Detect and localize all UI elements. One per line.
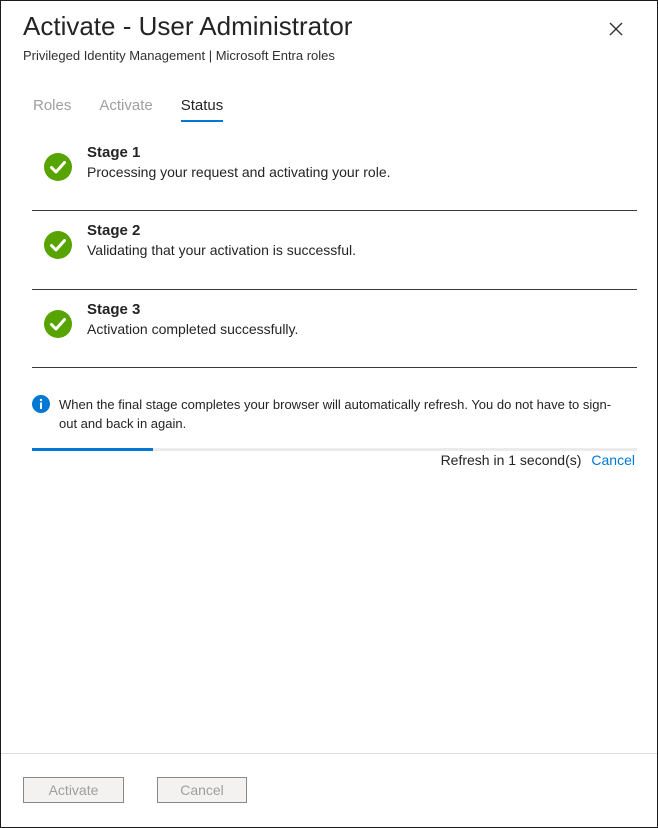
activate-button[interactable]: Activate [23,777,124,803]
close-button[interactable] [604,17,628,41]
cancel-button[interactable]: Cancel [157,777,247,803]
footer-divider [1,753,657,754]
stage-name: Stage 2 [87,222,141,239]
stage-description: Activation completed successfully. [87,321,299,337]
refresh-row: Refresh in 1 second(s) Cancel [441,452,635,468]
close-icon [609,22,623,36]
cancel-refresh-link[interactable]: Cancel [591,452,635,468]
stage-item: Stage 1 Processing your request and acti… [32,133,637,211]
stage-name: Stage 1 [87,144,141,161]
refresh-countdown: Refresh in 1 second(s) [440,452,582,468]
tab-activate[interactable]: Activate [99,97,152,122]
stage-name: Stage 3 [87,301,141,318]
info-icon [32,395,50,413]
refresh-progress-bar [32,448,637,451]
tab-status[interactable]: Status [180,97,224,122]
stage-description: Processing your request and activating y… [87,164,391,180]
tab-bar: Roles Activate Status [33,97,251,122]
check-circle-icon [44,231,72,259]
activate-panel: Activate - User Administrator Privileged… [0,0,658,828]
check-circle-icon [44,310,72,338]
panel-title: Activate - User Administrator [23,11,353,41]
check-circle-icon [44,153,72,181]
panel-subtitle: Privileged Identity Management | Microso… [23,48,335,63]
tab-roles[interactable]: Roles [33,97,71,122]
stage-list: Stage 1 Processing your request and acti… [32,133,637,368]
stage-item: Stage 2 Validating that your activation … [32,211,637,290]
progress-fill [32,448,153,451]
stage-description: Validating that your activation is succe… [87,242,356,258]
stage-item: Stage 3 Activation completed successfull… [32,290,637,368]
info-text: When the final stage completes your brow… [59,397,612,431]
